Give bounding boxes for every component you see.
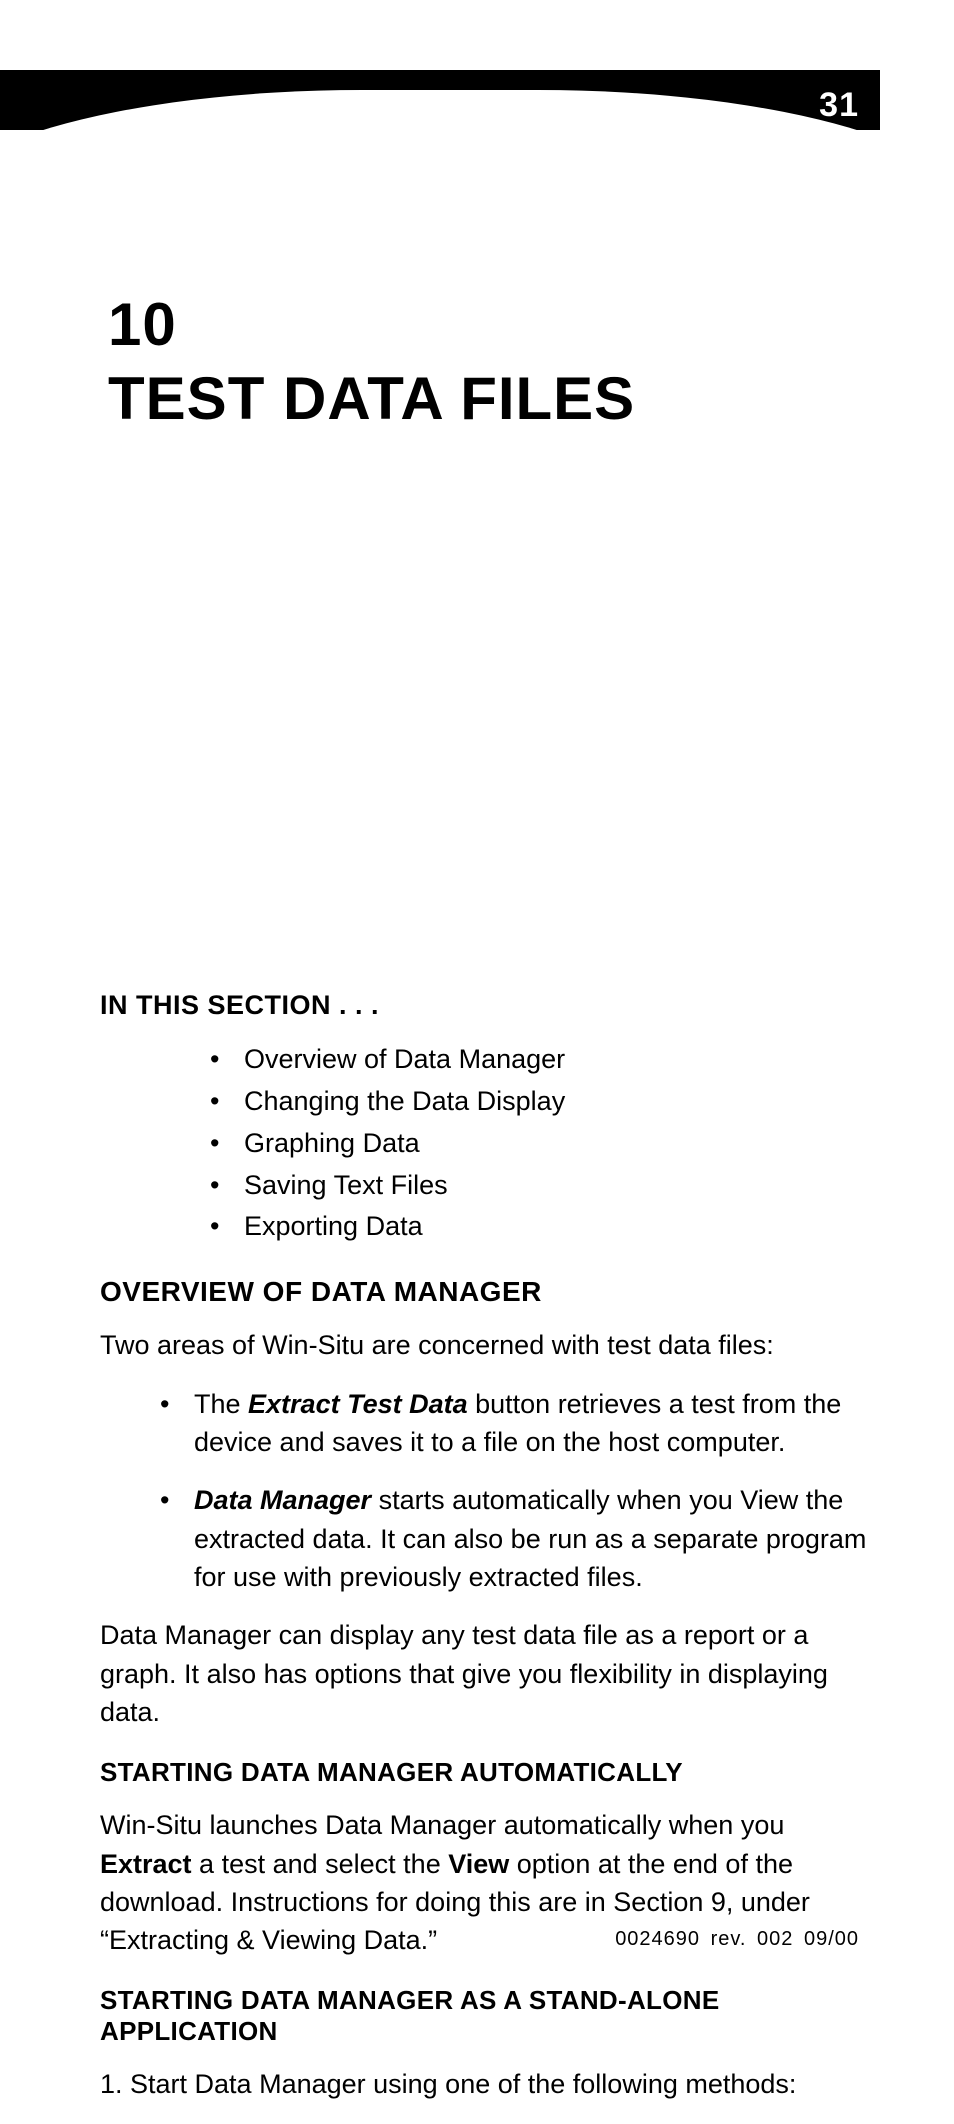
overview-intro: Two areas of Win-Situ are concerned with…	[100, 1326, 870, 1364]
overview-bullets: The Extract Test Data button retrieves a…	[160, 1385, 870, 1597]
page-footer: 0024690 rev. 002 09/00	[615, 1928, 859, 1951]
toc-item: Saving Text Files	[210, 1165, 870, 1207]
toc-item: Overview of Data Manager	[210, 1039, 870, 1081]
bold-extract: Extract	[100, 1849, 192, 1879]
bullet-lead: Extract Test Data	[248, 1389, 468, 1419]
overview-outro: Data Manager can display any test data f…	[100, 1616, 870, 1731]
bullet-lead: Data Manager	[194, 1485, 371, 1515]
toc-item: Changing the Data Display	[210, 1081, 870, 1123]
auto-heading: STARTING DATA MANAGER AUTOMATICALLY	[100, 1757, 870, 1788]
page-content: IN THIS SECTION . . . Overview of Data M…	[100, 990, 870, 2124]
toc-item: Exporting Data	[210, 1206, 870, 1248]
standalone-step: 1. Start Data Manager using one of the f…	[100, 2065, 870, 2103]
in-this-section-heading: IN THIS SECTION . . .	[100, 990, 870, 1021]
standalone-heading: STARTING DATA MANAGER AS A STAND-ALONE A…	[100, 1985, 870, 2047]
toc-item: Graphing Data	[210, 1123, 870, 1165]
auto-text: a test and select the	[192, 1849, 449, 1879]
overview-heading: OVERVIEW OF DATA MANAGER	[100, 1276, 870, 1308]
header-band	[0, 70, 880, 150]
document-page: 31 10 TEST DATA FILES IN THIS SECTION . …	[0, 0, 954, 2021]
auto-text: Win-Situ launches Data Manager automatic…	[100, 1810, 784, 1840]
chapter-number: 10	[108, 290, 864, 359]
chapter-heading-block: 10 TEST DATA FILES	[108, 290, 864, 430]
bullet-prefix: The	[194, 1389, 248, 1419]
overview-bullet: Data Manager starts automatically when y…	[160, 1481, 870, 1596]
bold-view: View	[448, 1849, 509, 1879]
page-number: 31	[819, 86, 859, 125]
overview-bullet: The Extract Test Data button retrieves a…	[160, 1385, 870, 1462]
section-toc-list: Overview of Data Manager Changing the Da…	[210, 1039, 870, 1248]
chapter-title: TEST DATA FILES	[108, 367, 864, 430]
